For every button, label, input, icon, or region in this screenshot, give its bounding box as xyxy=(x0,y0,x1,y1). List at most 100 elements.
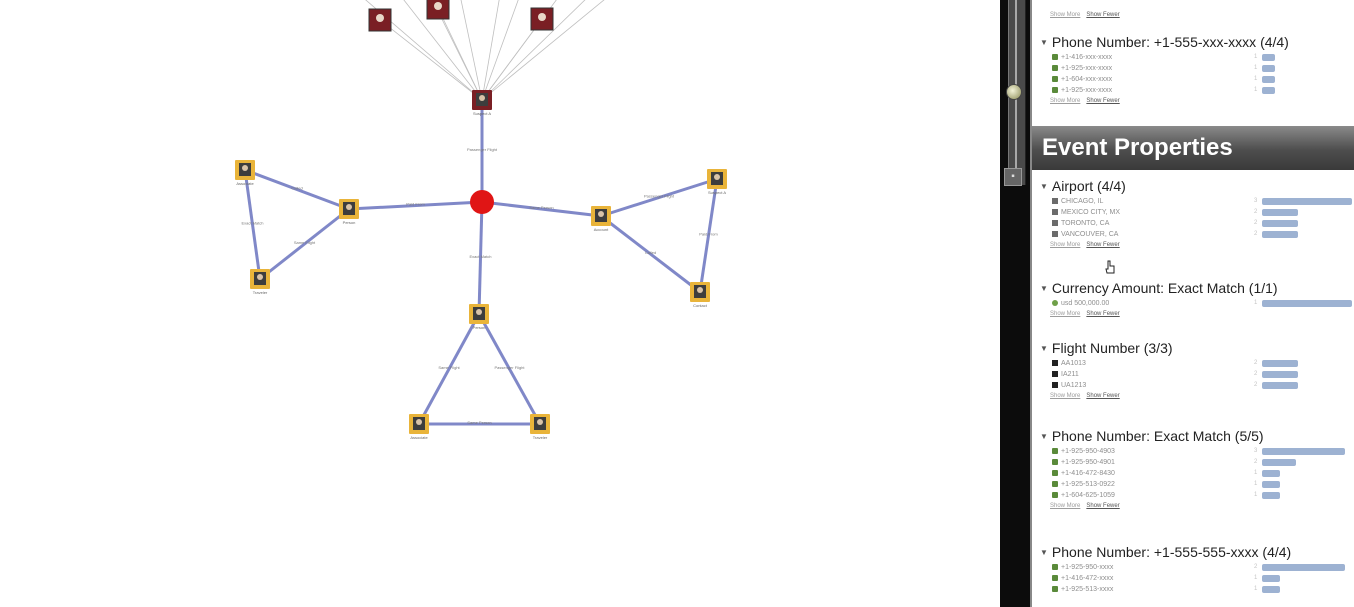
facet-row[interactable]: TORONTO, CA 2 xyxy=(1032,218,1354,229)
facet-row[interactable]: +1-925-513-xxxx 1 xyxy=(1032,584,1354,595)
group-currency: ▼ Currency Amount: Exact Match (1/1) usd … xyxy=(1032,278,1354,319)
facet-row[interactable]: CHICAGO, IL 3 xyxy=(1032,196,1354,207)
facet-row[interactable]: +1-925-xxx-xxxx 1 xyxy=(1032,63,1354,74)
facet-row[interactable]: +1-925-513-0922 1 xyxy=(1032,479,1354,490)
expand-triangle-icon[interactable]: ▼ xyxy=(1040,548,1048,557)
group-title[interactable]: ▼ Phone Number: +1-555-555-xxxx (4/4) xyxy=(1032,542,1354,562)
group-title[interactable]: ▼ Airport (4/4) xyxy=(1032,176,1354,196)
link-graph-canvas[interactable]: Passenger Flight Paid From Called Exact Mat… xyxy=(0,0,1000,607)
expand-triangle-icon[interactable]: ▼ xyxy=(1040,432,1048,441)
link-graph-svg[interactable]: Passenger Flight Paid From Called Exact Mat… xyxy=(0,0,1000,607)
facet-bar[interactable] xyxy=(1262,382,1298,389)
facet-bar[interactable] xyxy=(1262,54,1275,61)
expand-triangle-icon[interactable]: ▼ xyxy=(1040,38,1048,47)
facet-row[interactable]: +1-416-472-xxxx 1 xyxy=(1032,573,1354,584)
node-label[interactable]: Associate xyxy=(410,435,428,440)
facet-bar[interactable] xyxy=(1262,209,1298,216)
facet-row[interactable]: usd 500,000.00 1 xyxy=(1032,298,1354,309)
show-fewer-link[interactable]: Show Fewer xyxy=(1086,503,1119,509)
facet-value: +1-416-472-xxxx xyxy=(1061,575,1114,582)
show-fewer-link[interactable]: Show Fewer xyxy=(1086,311,1119,317)
facet-row[interactable]: +1-925-950-4901 2 xyxy=(1032,457,1354,468)
facet-count: 3 xyxy=(1254,198,1258,204)
group-title[interactable]: ▼ Flight Number (3/3) xyxy=(1032,338,1354,358)
facet-row[interactable]: +1-925-950-xxxx 2 xyxy=(1032,562,1354,573)
group-title[interactable]: ▼ Phone Number: +1-555-xxx-xxxx (4/4) xyxy=(1032,32,1354,52)
show-fewer-link[interactable]: Show Fewer xyxy=(1086,12,1119,18)
facet-bar[interactable] xyxy=(1262,481,1280,488)
facet-bar[interactable] xyxy=(1262,575,1280,582)
money-icon xyxy=(1052,300,1058,306)
facet-bar[interactable] xyxy=(1262,198,1352,205)
expand-triangle-icon[interactable]: ▼ xyxy=(1040,182,1048,191)
node-label[interactable]: Account xyxy=(594,227,609,232)
facet-bar[interactable] xyxy=(1262,65,1275,72)
node-label[interactable]: Traveler xyxy=(533,435,548,440)
facet-count: 1 xyxy=(1254,65,1258,71)
show-more-link[interactable]: Show More xyxy=(1050,503,1080,509)
facet-count: 1 xyxy=(1254,54,1258,60)
facet-row[interactable]: +1-416-472-8430 1 xyxy=(1032,468,1354,479)
facet-bar[interactable] xyxy=(1262,586,1280,593)
facet-bar[interactable] xyxy=(1262,448,1345,455)
show-fewer-link[interactable]: Show Fewer xyxy=(1086,242,1119,248)
facet-row[interactable]: AA1013 2 xyxy=(1032,358,1354,369)
person-icon xyxy=(537,419,543,425)
expand-triangle-icon[interactable]: ▼ xyxy=(1040,344,1048,353)
show-more-link[interactable]: Show More xyxy=(1050,242,1080,248)
expand-triangle-icon[interactable]: ▼ xyxy=(1040,284,1048,293)
facet-bar[interactable] xyxy=(1262,371,1298,378)
facet-bar[interactable] xyxy=(1262,492,1280,499)
node-label[interactable]: Suspect A xyxy=(708,190,726,195)
flight-icon xyxy=(1052,382,1058,388)
facet-bar[interactable] xyxy=(1262,76,1275,83)
facet-bar[interactable] xyxy=(1262,564,1345,571)
facet-row[interactable]: +1-925-950-4903 3 xyxy=(1032,446,1354,457)
group-title[interactable]: ▼ Phone Number: Exact Match (5/5) xyxy=(1032,426,1354,446)
facet-bar[interactable] xyxy=(1262,87,1275,94)
node-label[interactable]: Suspect A xyxy=(473,111,491,116)
edge-label: Paid From xyxy=(406,202,425,207)
show-more-link[interactable]: Show More xyxy=(1050,98,1080,104)
facet-row[interactable]: IA211 2 xyxy=(1032,369,1354,380)
facet-row[interactable]: +1-925-xxx-xxxx 1 xyxy=(1032,85,1354,96)
airport-icon xyxy=(1052,220,1058,226)
facet-value: VANCOUVER, CA xyxy=(1061,231,1119,238)
facet-count: 1 xyxy=(1254,481,1258,487)
edge-label: Passenger Flight xyxy=(494,365,525,370)
facet-bar[interactable] xyxy=(1262,470,1280,477)
node-label[interactable]: Person xyxy=(343,220,356,225)
node-label[interactable]: Contact xyxy=(693,303,708,308)
hub-node[interactable] xyxy=(470,190,494,214)
show-more-link[interactable]: Show More xyxy=(1050,12,1080,18)
facet-bar[interactable] xyxy=(1262,459,1296,466)
show-fewer-link[interactable]: Show Fewer xyxy=(1086,98,1119,104)
node-label[interactable]: Traveler xyxy=(253,290,268,295)
facet-bar[interactable] xyxy=(1262,300,1352,307)
group-links: Show More Show Fewer xyxy=(1032,501,1354,511)
facet-row[interactable]: +1-416-xxx-xxxx 1 xyxy=(1032,52,1354,63)
node-label[interactable]: Person xyxy=(473,325,486,330)
facet-row[interactable]: +1-604-xxx-xxxx 1 xyxy=(1032,74,1354,85)
facet-row[interactable]: +1-604-625-1059 1 xyxy=(1032,490,1354,501)
facet-row[interactable]: UA1213 2 xyxy=(1032,380,1354,391)
group-title[interactable]: ▼ Currency Amount: Exact Match (1/1) xyxy=(1032,278,1354,298)
person-icon xyxy=(479,95,485,101)
zoom-slider-knob[interactable] xyxy=(1006,84,1022,100)
facet-bar[interactable] xyxy=(1262,360,1298,367)
node-label[interactable]: Associate xyxy=(236,181,254,186)
facet-bar[interactable] xyxy=(1262,231,1298,238)
group-rows: +1-925-950-4903 3 +1-925-950-4901 2 +1-416-4… xyxy=(1032,446,1354,501)
facet-count: 2 xyxy=(1254,231,1258,237)
group-title-text: Airport (4/4) xyxy=(1051,178,1126,194)
edge-label: Passenger Flight xyxy=(467,147,498,152)
zoom-reset-button[interactable]: ▪ xyxy=(1004,168,1022,186)
show-fewer-link[interactable]: Show Fewer xyxy=(1086,393,1119,399)
top-group-links: Show More Show Fewer xyxy=(1032,10,1126,20)
facet-row[interactable]: MEXICO CITY, MX 2 xyxy=(1032,207,1354,218)
show-more-link[interactable]: Show More xyxy=(1050,311,1080,317)
phone-icon xyxy=(1052,575,1058,581)
facet-bar[interactable] xyxy=(1262,220,1298,227)
show-more-link[interactable]: Show More xyxy=(1050,393,1080,399)
facet-row[interactable]: VANCOUVER, CA 2 xyxy=(1032,229,1354,240)
